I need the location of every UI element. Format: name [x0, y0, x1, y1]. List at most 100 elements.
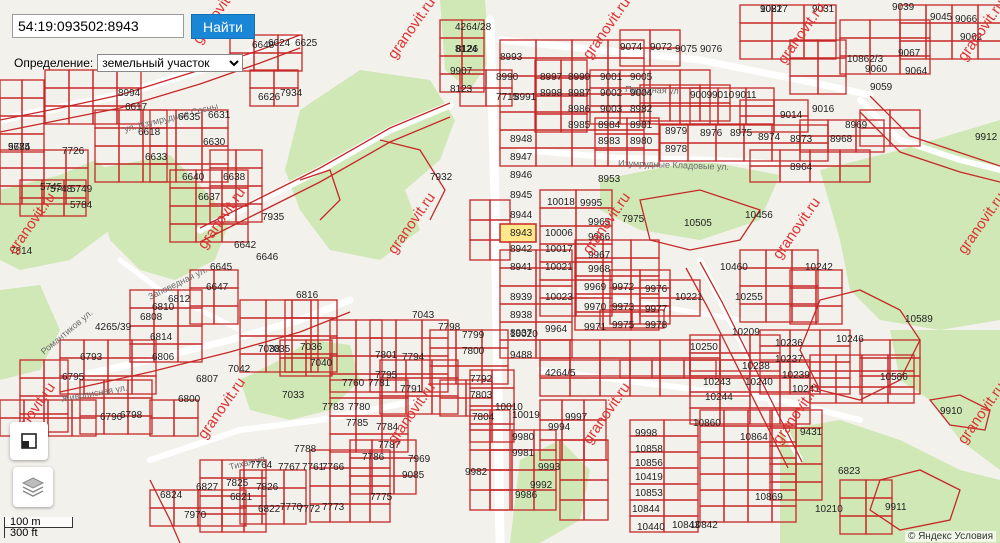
parcel-number-label: 8986 [568, 104, 591, 115]
parcel-number-label: 6798 [120, 410, 143, 421]
parcel-number-label: 8941 [510, 262, 533, 273]
parcel-number-label: 10856 [635, 458, 663, 469]
parcel-number-label: 9067 [898, 48, 921, 59]
parcel-number-label: 9997 [565, 412, 588, 423]
parcel-number-label: 8990 [496, 72, 519, 83]
parcel-number-label: 9003 [600, 104, 623, 115]
parcel-number-label: 7786 [362, 452, 385, 463]
parcel-number-label: 8973 [790, 134, 813, 145]
layers-button[interactable] [13, 467, 53, 507]
parcel-number-label: 9994 [548, 422, 571, 433]
parcel-number-label: 8942 [510, 244, 533, 255]
parcel-number-label: 10460 [720, 262, 748, 273]
parcel-number-label: 6646 [256, 252, 279, 263]
parcel-number-label: 10250 [690, 342, 718, 353]
parcel-number-label: 6796 [100, 412, 123, 423]
parcel-number-label: 10244 [705, 392, 733, 403]
parcel-number-label: 8998 [540, 88, 563, 99]
parcel-number-label: 9978 [645, 320, 668, 331]
parcel-number-label: 9060 [865, 64, 888, 75]
parcel-number-label: 10006 [545, 228, 573, 239]
parcel-number-label: 9975 [612, 320, 635, 331]
parcel-number-label: 4265/39 [95, 322, 132, 333]
parcel-number-label: 9064 [905, 66, 928, 77]
parcel-number-label: 9075 [675, 44, 698, 55]
scale-imperial: 300 ft [4, 528, 72, 539]
parcel-number-label: 6645 [210, 262, 233, 273]
parcel-number-label: 10023 [545, 292, 573, 303]
parcel-number-label: 6618 [138, 127, 161, 138]
parcel-number-label: 6624 [268, 38, 291, 49]
parcel-number-label: 8944 [510, 210, 533, 221]
parcel-number-label: 6642 [234, 240, 257, 251]
parcel-number-label: 9431 [800, 427, 823, 438]
find-button[interactable]: Найти [191, 14, 255, 39]
parcel-number-label: 8969 [845, 120, 868, 131]
parcel-number-label: 6793 [80, 352, 103, 363]
parcel-number-label: 10864 [740, 432, 768, 443]
parcel-number-label: 10236 [775, 338, 803, 349]
parcel-number-label: 10018 [547, 197, 575, 208]
parcel-number-label: 8978 [665, 144, 688, 155]
parcel-number-label: 9911 [885, 502, 907, 513]
parcel-number-label: 8948 [510, 134, 533, 145]
parcel-number-label: 10842 [690, 520, 718, 531]
parcel-number-label: 10238 [742, 361, 770, 372]
parcel-number-label: 7033 [282, 390, 305, 401]
parcel-number-label: 9972 [612, 282, 635, 293]
parcel-number-label: 9968 [588, 264, 611, 275]
parcel-number-label: 9969 [584, 282, 607, 293]
cadastral-number-input[interactable] [12, 14, 184, 38]
parcel-number-label: 6816 [296, 290, 319, 301]
parcel-number-label: 9045 [930, 12, 953, 23]
parcel-number-label: 10860 [693, 418, 721, 429]
parcel-number-label: 10240 [745, 377, 773, 388]
parcel-number-label: 9907 [450, 66, 473, 77]
definition-select[interactable]: земельный участок [97, 54, 244, 72]
parcel-number-label: 10221 [675, 292, 703, 303]
parcel-number-label: 6633 [145, 152, 168, 163]
parcel-number-label: 7975 [622, 214, 645, 225]
parcel-number-label: 7794 [402, 352, 425, 363]
parcel-number-label: 7799 [462, 330, 485, 341]
parcel-number-label: 7036 [300, 342, 323, 353]
parcel-number-label: 6806 [152, 352, 175, 363]
parcel-number-label: 8984 [598, 120, 621, 131]
parcel-number-label: 8964 [790, 162, 813, 173]
parcel-number-label: 9986 [515, 490, 538, 501]
ruler-button[interactable] [10, 422, 48, 460]
cadastral-map[interactable]: ул. Изумрудные Сосны Парадная ул. Изумру… [0, 0, 1000, 543]
map-attribution[interactable]: © Яндекс Условия [904, 531, 996, 542]
parcel-number-label: 10862/3 [847, 54, 884, 65]
ruler-icon [21, 433, 37, 449]
parcel-number-label: 10021 [545, 262, 573, 273]
scale-bar: 100 m 300 ft [4, 517, 73, 539]
parcel-number-label: 8987 [568, 88, 591, 99]
parcel-number-label: 6630 [203, 137, 226, 148]
parcel-number-label: 7760 [342, 378, 365, 389]
parcel-number-label: 8981 [630, 120, 653, 131]
parcel-number-label: 7043 [412, 310, 435, 321]
parcel-number-label: 10242 [805, 262, 833, 273]
parcel-number-label: 9995 [580, 198, 603, 209]
map-canvas[interactable]: ул. Изумрудные Сосны Парадная ул. Изумру… [0, 0, 1000, 543]
parcel-number-label: 10827 [760, 4, 788, 15]
parcel-number-label: 9016 [812, 104, 835, 115]
parcel-number-label: 10589 [905, 314, 933, 325]
parcel-number-label: 8946 [510, 170, 533, 181]
parcel-number-label: 7934 [280, 88, 303, 99]
parcel-number-label: 10209 [732, 327, 760, 338]
parcel-number-label: 9912 [975, 132, 998, 143]
parcel-number-label: 10020 [510, 329, 538, 340]
parcel-number-label: 9004 [630, 88, 653, 99]
parcel-number-label: 8991 [514, 92, 537, 103]
parcel-number-label: 10844 [632, 504, 660, 515]
parcel-number-label: 7764 [250, 460, 273, 471]
parcel-number-label: 6637 [198, 192, 221, 203]
parcel-number-label: 6823 [838, 466, 861, 477]
parcel-number-label: 6824 [160, 490, 183, 501]
parcel-number-label: 4264/5 [545, 368, 576, 379]
parcel-number-label: 8985 [568, 120, 591, 131]
parcel-number-label: 6631 [208, 110, 231, 121]
parcel-number-label: 6812 [168, 294, 191, 305]
